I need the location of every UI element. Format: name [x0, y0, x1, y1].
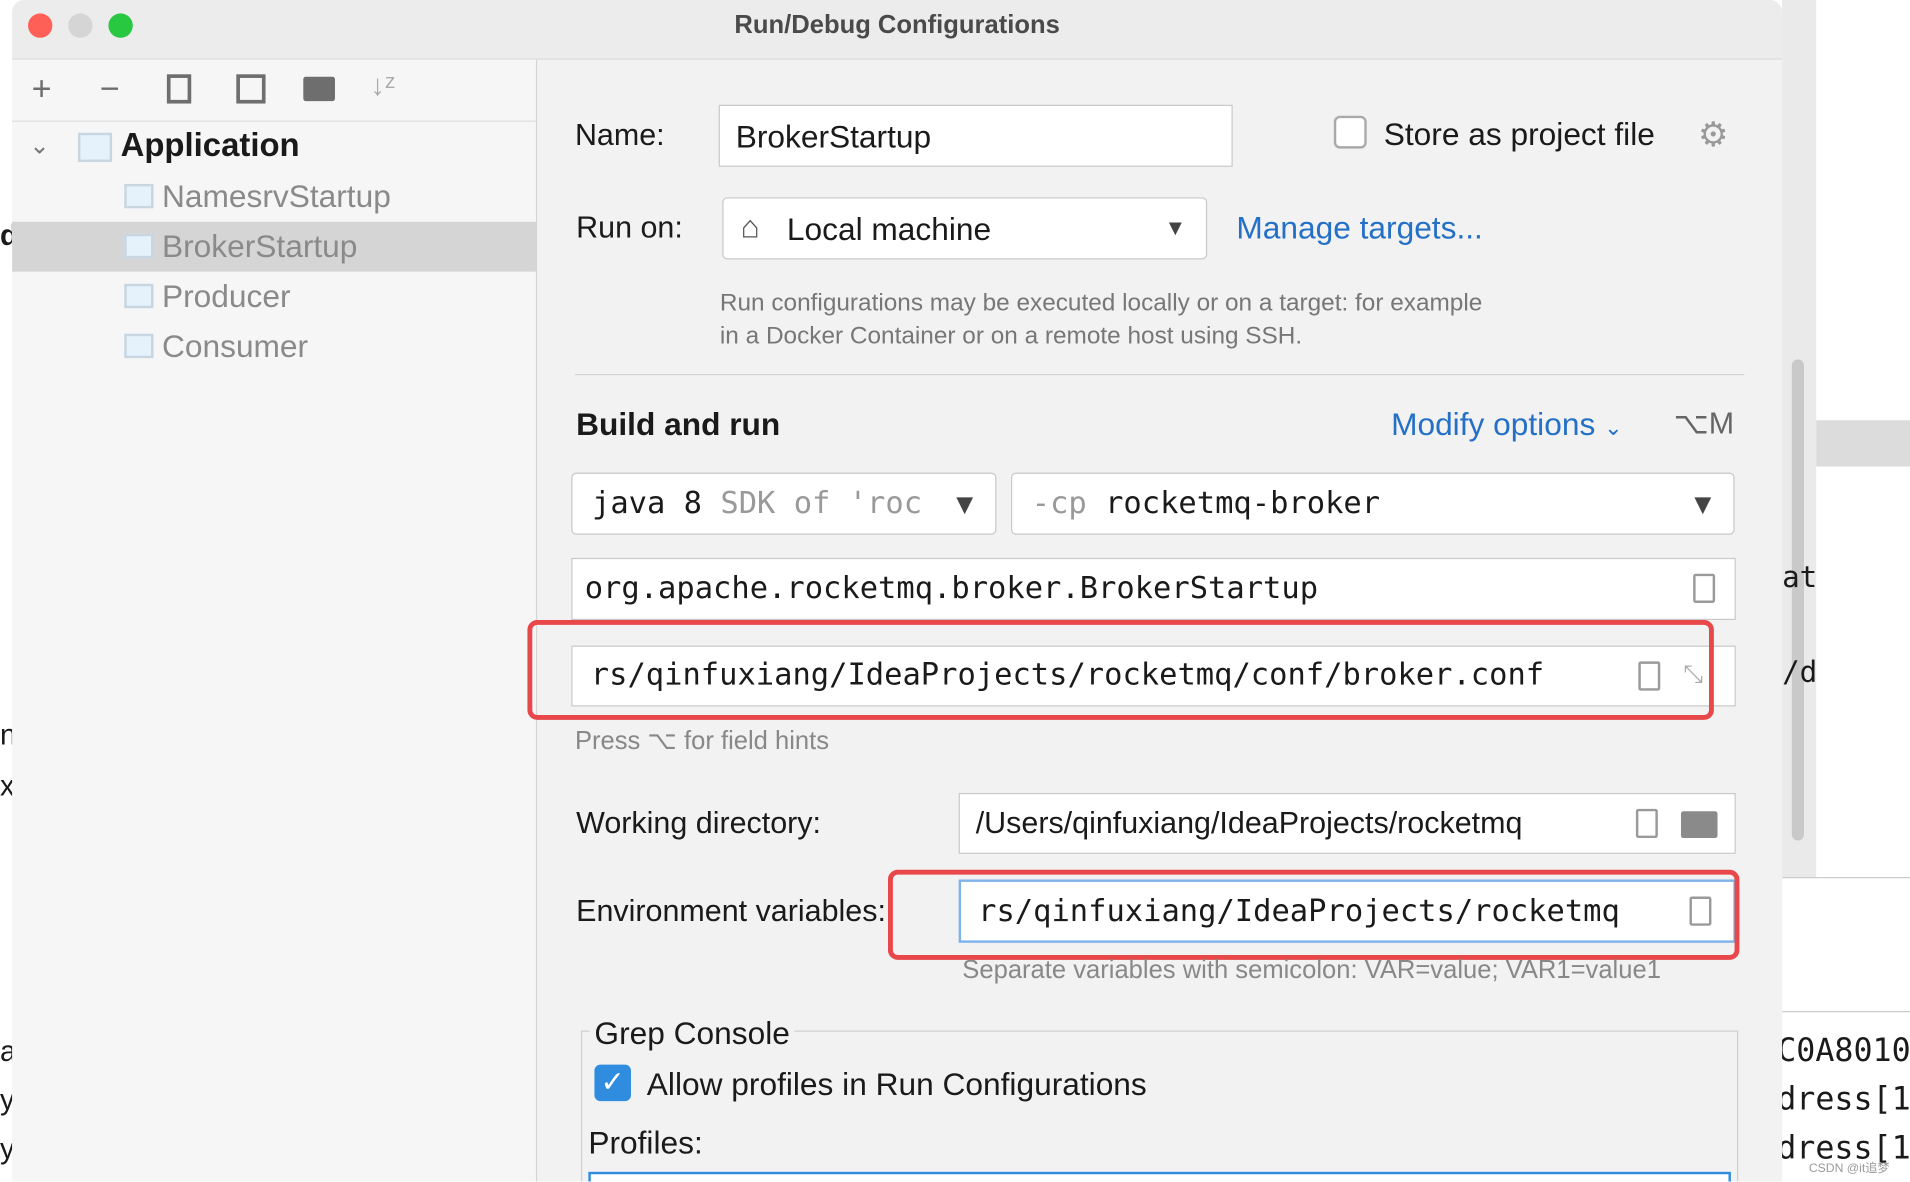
tree-item-namesrvstartup[interactable]: NamesrvStartup — [162, 178, 391, 216]
env-label: Environment variables: — [576, 894, 886, 929]
modify-options-link[interactable]: Modify options ⌄ — [1391, 406, 1622, 444]
manage-targets-link[interactable]: Manage targets... — [1236, 210, 1482, 248]
folder-icon[interactable] — [1680, 811, 1718, 839]
config-icon — [124, 283, 154, 309]
tree-item-consumer[interactable]: Consumer — [162, 328, 308, 366]
build-run-title: Build and run — [576, 405, 781, 443]
minus-icon[interactable]: − — [100, 69, 120, 108]
chevron-down-icon: ⌄ — [1604, 415, 1623, 440]
workdir-label: Working directory: — [576, 806, 821, 841]
workdir-value: /Users/qinfuxiang/IdeaProjects/rocketmq — [975, 806, 1523, 841]
title-bar: Run/Debug Configurations — [12, 0, 1783, 60]
name-input[interactable]: BrokerStartup — [718, 104, 1233, 167]
allow-profiles-checkbox[interactable]: ✓ — [594, 1064, 631, 1102]
config-icon — [124, 333, 154, 359]
background-editor-left — [0, 0, 13, 1182]
new-folder-icon[interactable] — [303, 76, 335, 102]
name-label: Name: — [574, 118, 665, 153]
bg-text: at — [1782, 560, 1818, 595]
copy-icon[interactable] — [166, 74, 192, 104]
run-on-label: Run on: — [576, 210, 683, 245]
bg-text: dress[1 — [1777, 1081, 1910, 1119]
store-project-checkbox[interactable] — [1333, 115, 1367, 149]
watermark: CSDN @it追梦 — [1808, 1162, 1890, 1176]
modify-shortcut: ⌥M — [1673, 406, 1735, 441]
run-on-value: Local machine — [786, 210, 992, 248]
jdk-hint: SDK of 'roc — [720, 484, 923, 521]
workdir-input[interactable]: /Users/qinfuxiang/IdeaProjects/rocketmq — [958, 792, 1736, 854]
dropdown-arrow-icon: ▼ — [1164, 215, 1187, 240]
sort-icon[interactable]: ↓ᶻ — [370, 69, 395, 103]
bg-text: /d — [1782, 655, 1818, 690]
cp-prefix: -cp — [1031, 484, 1087, 521]
profiles-list[interactable] — [588, 1171, 1731, 1182]
grep-console-group — [581, 1030, 1739, 1182]
profiles-label: Profiles: — [588, 1124, 703, 1161]
hint-line: Run configurations may be executed local… — [719, 289, 1483, 317]
jdk-dropdown[interactable]: java 8 SDK of 'roc ▼ — [571, 472, 997, 535]
save-icon[interactable] — [236, 74, 266, 104]
dropdown-arrow-icon: ▼ — [1694, 492, 1712, 518]
main-class-input[interactable]: org.apache.rocketmq.broker.BrokerStartup — [571, 557, 1736, 621]
cp-value: rocketmq-broker — [1105, 484, 1381, 521]
config-icon — [124, 183, 154, 209]
modify-options-label: Modify options — [1391, 405, 1596, 443]
document-icon[interactable] — [1635, 808, 1658, 839]
divider — [574, 373, 1745, 376]
jdk-value: java 8 — [591, 484, 703, 521]
tree-group-application[interactable]: Application — [121, 127, 300, 165]
run-on-hint: Run configurations may be executed local… — [720, 287, 1482, 353]
name-value: BrokerStartup — [735, 118, 932, 155]
store-project-label: Store as project file — [1383, 115, 1655, 153]
classpath-dropdown[interactable]: -cp rocketmq-broker ▼ — [1011, 472, 1735, 535]
document-icon[interactable] — [1693, 573, 1716, 603]
window-title: Run/Debug Configurations — [734, 10, 1060, 39]
config-tree-panel: + − ↓ᶻ ⌄ Application NamesrvStartup Brok… — [12, 59, 538, 1182]
plus-icon[interactable]: + — [32, 69, 52, 108]
env-hint: Separate variables with semicolon: VAR=v… — [962, 956, 1661, 985]
grep-console-title: Grep Console — [589, 1014, 795, 1053]
field-hint: Press ⌥ for field hints — [574, 727, 830, 756]
gear-icon[interactable]: ⚙ — [1698, 115, 1729, 155]
highlight-box — [527, 620, 1714, 720]
dropdown-arrow-icon: ▼ — [956, 492, 974, 518]
allow-profiles-label: Allow profiles in Run Configurations — [646, 1065, 1147, 1103]
background-ide-right: at /d C0A8010 dress[1 dress[1 CSDN @it追梦 — [1777, 0, 1910, 1182]
main-class-value: org.apache.rocketmq.broker.BrokerStartup — [584, 570, 1319, 606]
run-debug-dialog: Run/Debug Configurations + − ↓ᶻ ⌄ Applic… — [12, 0, 1783, 1182]
hint-line: in a Docker Container or on a remote hos… — [719, 322, 1303, 350]
tree-item-producer[interactable]: Producer — [162, 278, 291, 316]
bg-text: C0A8010 — [1777, 1032, 1910, 1070]
application-folder-icon — [77, 132, 113, 163]
home-icon: ⌂ — [740, 208, 760, 245]
tree-item-brokerstartup[interactable]: BrokerStartup — [162, 228, 357, 266]
highlight-box — [887, 869, 1740, 960]
run-on-dropdown[interactable]: ⌂ Local machine ▼ — [722, 197, 1208, 260]
chevron-down-icon[interactable]: ⌄ — [29, 130, 49, 160]
config-icon — [124, 233, 154, 259]
